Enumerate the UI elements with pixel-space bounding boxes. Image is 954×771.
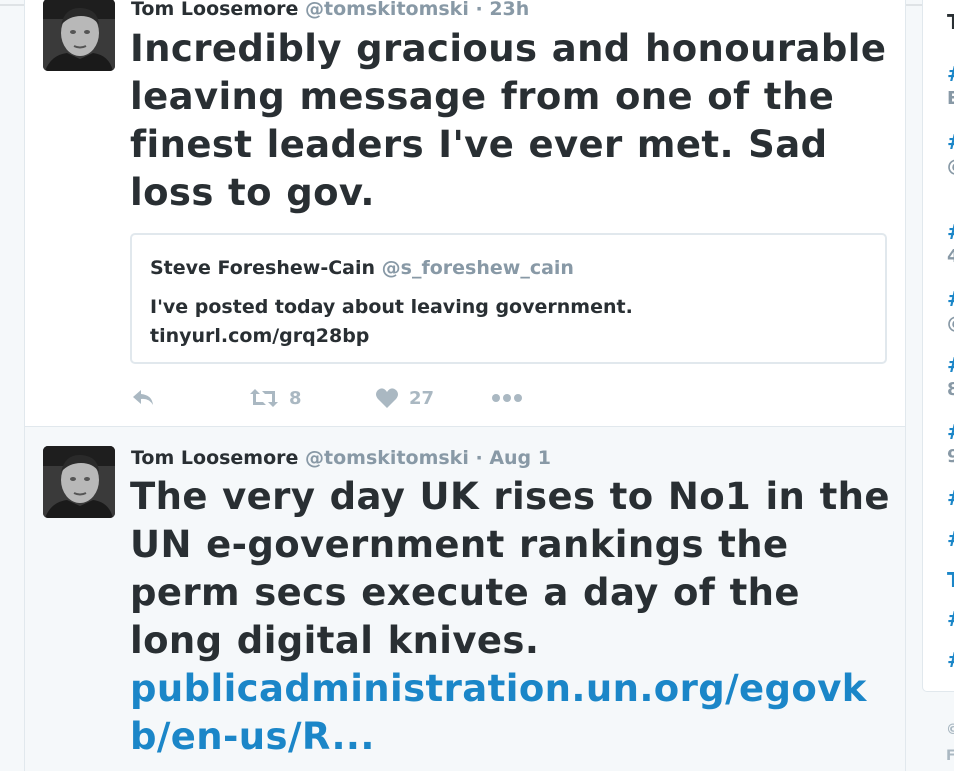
author-handle[interactable]: @tomskitomski	[305, 0, 469, 20]
tweet-body: The very day UK rises to No1 in the UN e…	[130, 473, 890, 761]
tweet-header: Tom Loosemore @tomskitomski · 23h	[131, 0, 529, 21]
trend-item[interactable]: T	[947, 568, 954, 592]
trend-item[interactable]: #	[947, 220, 954, 244]
footer-copyright: ©	[946, 722, 954, 738]
trend-item-subtext: @	[947, 313, 954, 334]
separator-dot: ·	[475, 0, 483, 20]
like-count: 27	[409, 387, 435, 409]
reply-icon	[133, 390, 153, 405]
tweet-timestamp[interactable]: 23h	[489, 0, 529, 20]
trend-item-subtext: 9	[947, 446, 954, 467]
trend-item[interactable]: #	[947, 486, 954, 510]
retweet-icon	[250, 389, 278, 407]
separator-dot: ·	[475, 447, 483, 469]
author-name[interactable]: Tom Loosemore	[131, 0, 298, 20]
tweet[interactable]: Tom Loosemore @tomskitomski · Aug 1 The …	[25, 427, 905, 771]
tweet-header: Tom Loosemore @tomskitomski · Aug 1	[131, 446, 551, 470]
trend-item[interactable]: #	[947, 420, 954, 444]
trend-item-subtext: 8	[947, 379, 954, 400]
trend-item[interactable]: #	[947, 353, 954, 377]
more-options-button[interactable]	[491, 383, 523, 413]
trend-item-subtext: @	[947, 156, 954, 177]
like-button[interactable]: 27	[375, 383, 434, 413]
quoted-tweet-header: Steve Foreshew-Cain @s_foreshew_cain	[150, 257, 574, 279]
trend-item[interactable]: #	[947, 130, 954, 154]
quoted-tweet[interactable]: Steve Foreshew-Cain @s_foreshew_cain I'v…	[130, 233, 887, 364]
retweet-button[interactable]: 8	[249, 383, 302, 413]
trend-item[interactable]: #	[947, 287, 954, 311]
trend-item-subtext: E	[947, 88, 954, 109]
retweet-count: 8	[289, 387, 302, 409]
tweet-text: The very day UK rises to No1 in the UN e…	[130, 475, 890, 662]
trends-title: T	[947, 10, 954, 34]
avatar[interactable]	[43, 446, 115, 518]
more-dots-icon	[492, 394, 522, 402]
reply-button[interactable]	[131, 383, 155, 413]
tweet[interactable]: Tom Loosemore @tomskitomski · 23h Incred…	[25, 0, 905, 427]
tweet-text: Incredibly gracious and honourable leavi…	[130, 27, 887, 214]
footer-link[interactable]: F	[946, 748, 954, 764]
trend-item[interactable]: #	[947, 648, 954, 672]
trend-item-subtext: 4	[947, 246, 954, 267]
trend-item[interactable]: #	[947, 527, 954, 551]
avatar-photo-icon	[43, 446, 115, 518]
tweet-link[interactable]: publicadministration.un.org/egovkb/en-us…	[130, 665, 890, 761]
trend-item[interactable]: #	[947, 62, 954, 86]
author-handle[interactable]: @tomskitomski	[305, 447, 469, 469]
avatar[interactable]	[43, 0, 115, 71]
tweet-actions: 8 27	[131, 383, 631, 413]
quoted-tweet-text: I've posted today about leaving governme…	[150, 296, 633, 347]
avatar-photo-icon	[43, 0, 115, 71]
tweet-timestamp[interactable]: Aug 1	[489, 447, 551, 469]
heart-icon	[376, 388, 398, 408]
trend-item[interactable]: #	[947, 607, 954, 631]
author-name[interactable]: Tom Loosemore	[131, 447, 298, 469]
timeline: Tom Loosemore @tomskitomski · 23h Incred…	[24, 0, 906, 771]
quoted-author-name: Steve Foreshew-Cain	[150, 257, 376, 279]
trends-sidebar: T #E#@#4#@#8#9##T##	[922, 0, 954, 692]
quoted-author-handle: @s_foreshew_cain	[381, 257, 574, 279]
